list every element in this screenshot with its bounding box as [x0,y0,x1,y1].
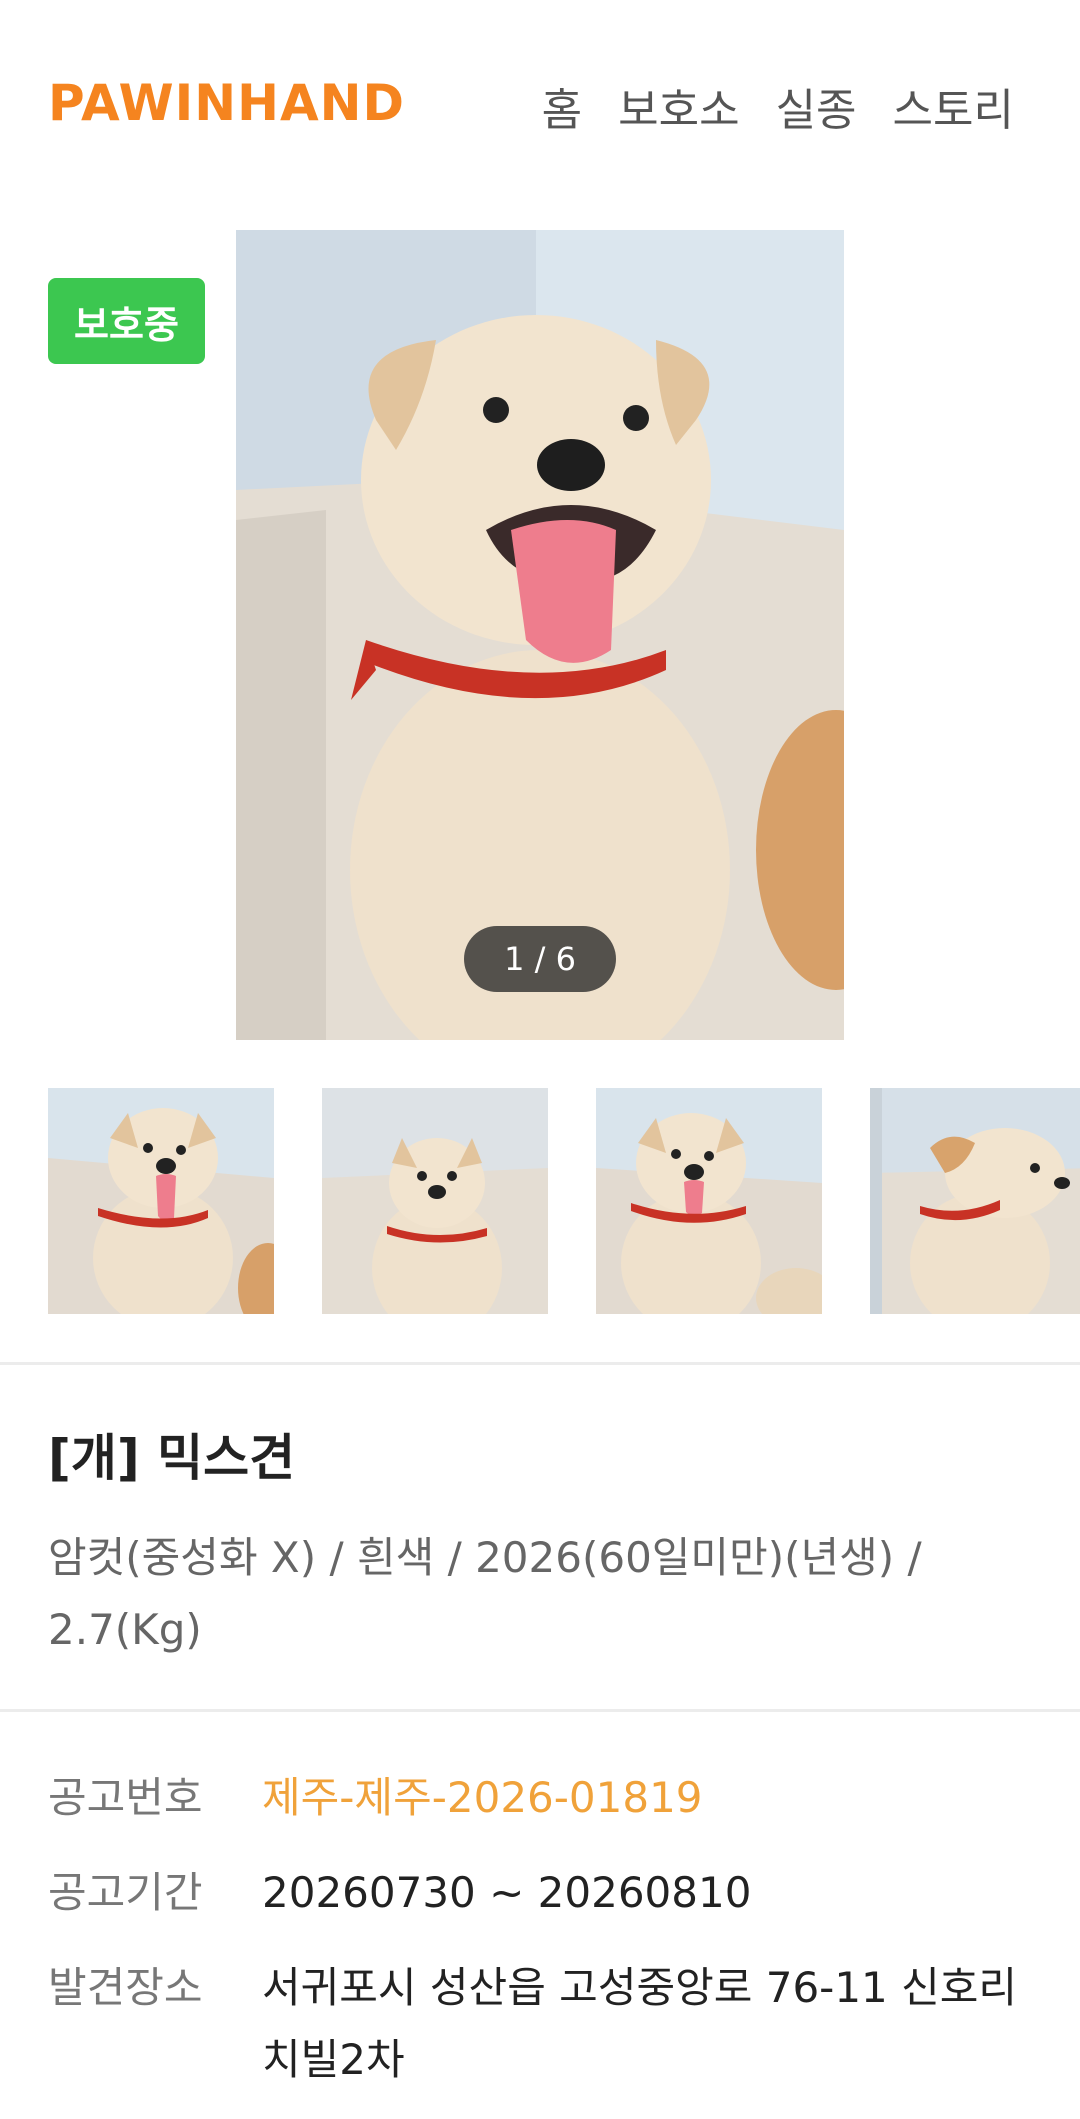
logo[interactable]: PAWINHAND [48,74,405,132]
thumbnail-strip [48,1088,1080,1314]
nav-home[interactable]: 홈 [542,74,582,138]
detail-label: 공고기간 [48,1868,203,1917]
detail-label: 공고번호 [48,1773,203,1822]
thumbnail-4[interactable] [870,1088,1080,1314]
notice-period-value: 20260730 ~ 20260810 [262,1868,752,1917]
nav-missing[interactable]: 실종 [776,74,857,138]
header: PAWINHAND 홈 보호소 실종 스토리 [0,0,1080,200]
animal-summary: 암컷(중성화 X) / 흰색 / 2026(60일미만)(년생) / 2.7(K… [48,1533,922,1654]
nav: 홈 보호소 실종 스토리 [542,74,1014,138]
animal-title: [개] 믹스견 [48,1429,296,1487]
page: PAWINHAND 홈 보호소 실종 스토리 보호중 1 / 6 [개] 믹스견… [0,0,1080,2119]
image-counter: 1 / 6 [464,926,616,992]
divider-2 [0,1709,1080,1712]
nav-story[interactable]: 스토리 [893,74,1014,138]
status-badge: 보호중 [48,278,205,364]
detail-notice-number: 공고번호 제주-제주-2026-01819 [48,1762,1032,1834]
divider-1 [0,1362,1080,1365]
thumbnail-2[interactable] [322,1088,548,1314]
notice-number-value: 제주-제주-2026-01819 [262,1773,703,1822]
detail-found-location: 발견장소 서귀포시 성산읍 고성중앙로 76-11 신호리치빌2차 [48,1952,1032,2096]
detail-notice-period: 공고기간 20260730 ~ 20260810 [48,1857,1032,1929]
nav-shelter[interactable]: 보호소 [618,74,739,138]
thumbnail-1[interactable] [48,1088,274,1314]
main-photo[interactable] [236,230,844,1040]
thumbnail-3[interactable] [596,1088,822,1314]
detail-label: 발견장소 [48,1963,203,2012]
found-location-value: 서귀포시 성산읍 고성중앙로 76-11 신호리치빌2차 [262,1963,1018,2084]
